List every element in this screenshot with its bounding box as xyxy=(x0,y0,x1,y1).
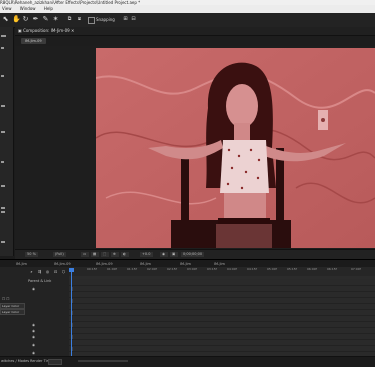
mode-dropdown[interactable] xyxy=(48,359,62,365)
ruler-tick: 01:15f xyxy=(127,267,137,271)
snapping-checkbox[interactable] xyxy=(88,17,95,24)
timecode-display[interactable]: 0;00;00;00 xyxy=(181,252,205,257)
ruler-tick: 01:00f xyxy=(107,267,117,271)
snap-option-icon[interactable]: ⧈ xyxy=(76,16,83,23)
snapshot-icon[interactable]: ◉ xyxy=(160,252,168,257)
hand-tool-icon[interactable]: ✋ xyxy=(12,16,21,23)
color-channel-icon[interactable]: ◐ xyxy=(121,252,129,257)
composition-tab-label: Composition: IM-Jim-09 xyxy=(23,28,70,33)
track-divider xyxy=(69,321,375,322)
ruler-tick: 06:00f xyxy=(307,267,317,271)
panel-marker xyxy=(1,207,5,209)
ruler-tick: 03:15f xyxy=(207,267,217,271)
motion-blur-icon[interactable]: ◎ xyxy=(44,268,51,275)
menu-window[interactable]: Window xyxy=(20,6,36,11)
panel-marker xyxy=(1,185,5,187)
ruler-tick: 00:15f xyxy=(87,267,97,271)
align-icon[interactable]: ⊞ xyxy=(122,16,129,23)
exposure-value[interactable]: +0.0 xyxy=(140,252,153,257)
panel-marker xyxy=(1,131,5,133)
puppet-tool-icon[interactable]: ✶ xyxy=(52,16,59,23)
zoom-slider[interactable] xyxy=(78,360,128,362)
composition-breadcrumb: IM-Jim-09 xyxy=(15,36,375,46)
composition-panel-tab[interactable]: ▣ Composition: IM-Jim-09 ✕ xyxy=(18,28,74,34)
close-icon[interactable]: ✕ xyxy=(71,28,74,33)
brush-tool-icon[interactable]: ✎ xyxy=(42,16,49,23)
menu-bar: View Window Help xyxy=(0,5,375,13)
timeline-tracks[interactable] xyxy=(69,279,375,356)
search-icon[interactable]: ⌕ xyxy=(28,268,35,275)
panel-marker xyxy=(1,35,6,37)
ruler-tick: 07:00f xyxy=(351,267,361,271)
selection-tool-icon[interactable]: ⬉ xyxy=(2,16,9,23)
region-icon[interactable]: ▭ xyxy=(81,252,89,257)
layer-row[interactable]: ☐ ☐ xyxy=(2,296,71,302)
timeline-footer: witches / Modes Render Time xyxy=(0,356,375,367)
menu-view[interactable]: View xyxy=(2,6,12,11)
ruler-tick: 05:15f xyxy=(287,267,297,271)
track-divider xyxy=(69,297,375,298)
video-frame-image xyxy=(96,48,375,248)
track-divider xyxy=(69,309,375,310)
grid-icon[interactable]: ⊟ xyxy=(130,16,137,23)
ruler-tick: 02:15f xyxy=(167,267,177,271)
tools-panel: ⬉ ✋ ↻ ✒ ✎ ✶ ⧉ ⧈ Snapping ⊞ ⊟ xyxy=(0,13,375,28)
comp-flowchart-icon[interactable]: ⇶ xyxy=(36,268,43,275)
video-frame xyxy=(96,48,375,248)
ruler-tick: 03:00f xyxy=(187,267,197,271)
panel-marker xyxy=(1,105,5,107)
track-divider xyxy=(69,291,375,292)
track-divider xyxy=(69,345,375,346)
rotate-tool-icon[interactable]: ↻ xyxy=(22,16,29,23)
toggle-switches-label[interactable]: witches / Modes xyxy=(1,359,29,364)
track-divider xyxy=(69,351,375,352)
layer-panel: Parent & Link ◉ ☐ ☐ Layer Color Layer Co… xyxy=(0,276,69,356)
project-panel xyxy=(0,27,14,256)
snapping-label: Snapping xyxy=(96,17,115,22)
panel-marker xyxy=(1,47,4,49)
track-divider xyxy=(69,333,375,334)
track-divider xyxy=(69,303,375,304)
track-divider xyxy=(69,327,375,328)
ruler-tick: 06:15f xyxy=(327,267,337,271)
ruler-tick: 04:15f xyxy=(247,267,257,271)
track-divider xyxy=(69,285,375,286)
ruler-tick: 05:00f xyxy=(267,267,277,271)
guides-icon[interactable]: ⊕ xyxy=(111,252,119,257)
track-divider xyxy=(69,315,375,316)
panel-marker xyxy=(1,161,4,163)
composition-panel-header: ▣ Composition: IM-Jim-09 ✕ xyxy=(15,27,375,36)
draft-3d-icon[interactable]: ⬡ xyxy=(60,268,67,275)
ruler-tick: 02:00f xyxy=(147,267,157,271)
panel-marker xyxy=(1,241,5,243)
transparency-grid-icon[interactable]: ▦ xyxy=(91,252,99,257)
menu-help[interactable]: Help xyxy=(44,6,53,11)
zoom-dropdown[interactable]: 50 % xyxy=(25,252,38,257)
panel-marker xyxy=(1,75,4,77)
mask-icon[interactable]: ⬚ xyxy=(101,252,109,257)
playhead[interactable] xyxy=(71,268,72,356)
panel-marker xyxy=(1,211,5,213)
pen-tool-icon[interactable]: ✒ xyxy=(32,16,39,23)
resolution-dropdown[interactable]: (Full) xyxy=(53,252,66,257)
snap-toggle-icon[interactable]: ⧉ xyxy=(66,16,73,23)
composition-sub-tab[interactable]: IM-Jim-09 xyxy=(21,38,46,44)
show-snapshot-icon[interactable]: ▣ xyxy=(170,252,178,257)
graph-editor-icon[interactable]: ⊡ xyxy=(52,268,59,275)
layer-color-dropdown[interactable]: Layer Color xyxy=(0,309,25,315)
track-divider xyxy=(69,339,375,340)
ruler-tick: 04:00f xyxy=(227,267,237,271)
